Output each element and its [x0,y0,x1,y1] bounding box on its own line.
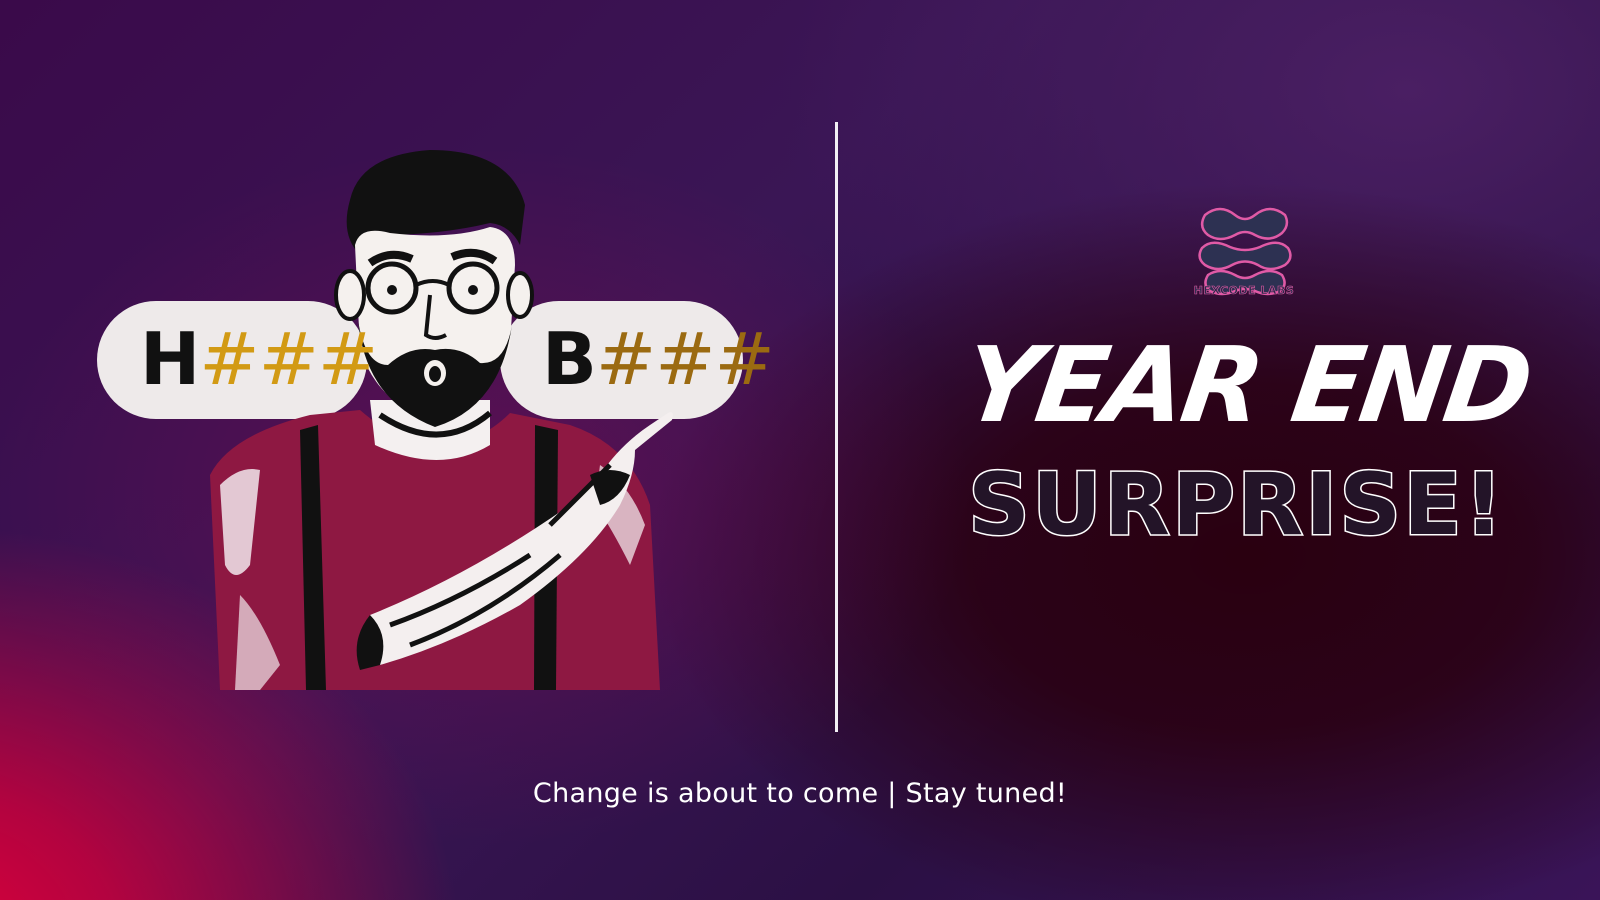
pointing-man-illustration [210,150,673,690]
logo-wordmark: HEXCODE LABS [1193,284,1295,298]
right-pill-text: B### [542,316,775,402]
right-pill-hashes: ### [595,317,775,401]
left-pill-text: H### [140,316,378,402]
left-pill-letter: H [140,317,200,401]
headline-line-1: YEAR END [956,324,1538,446]
right-pill-letter: B [542,317,597,401]
tagline: Change is about to come | Stay tuned! [532,778,1068,809]
vertical-divider [835,122,838,732]
left-pill-hashes: ### [199,317,378,401]
headline-line-2: SURPRISE! [966,454,1506,557]
